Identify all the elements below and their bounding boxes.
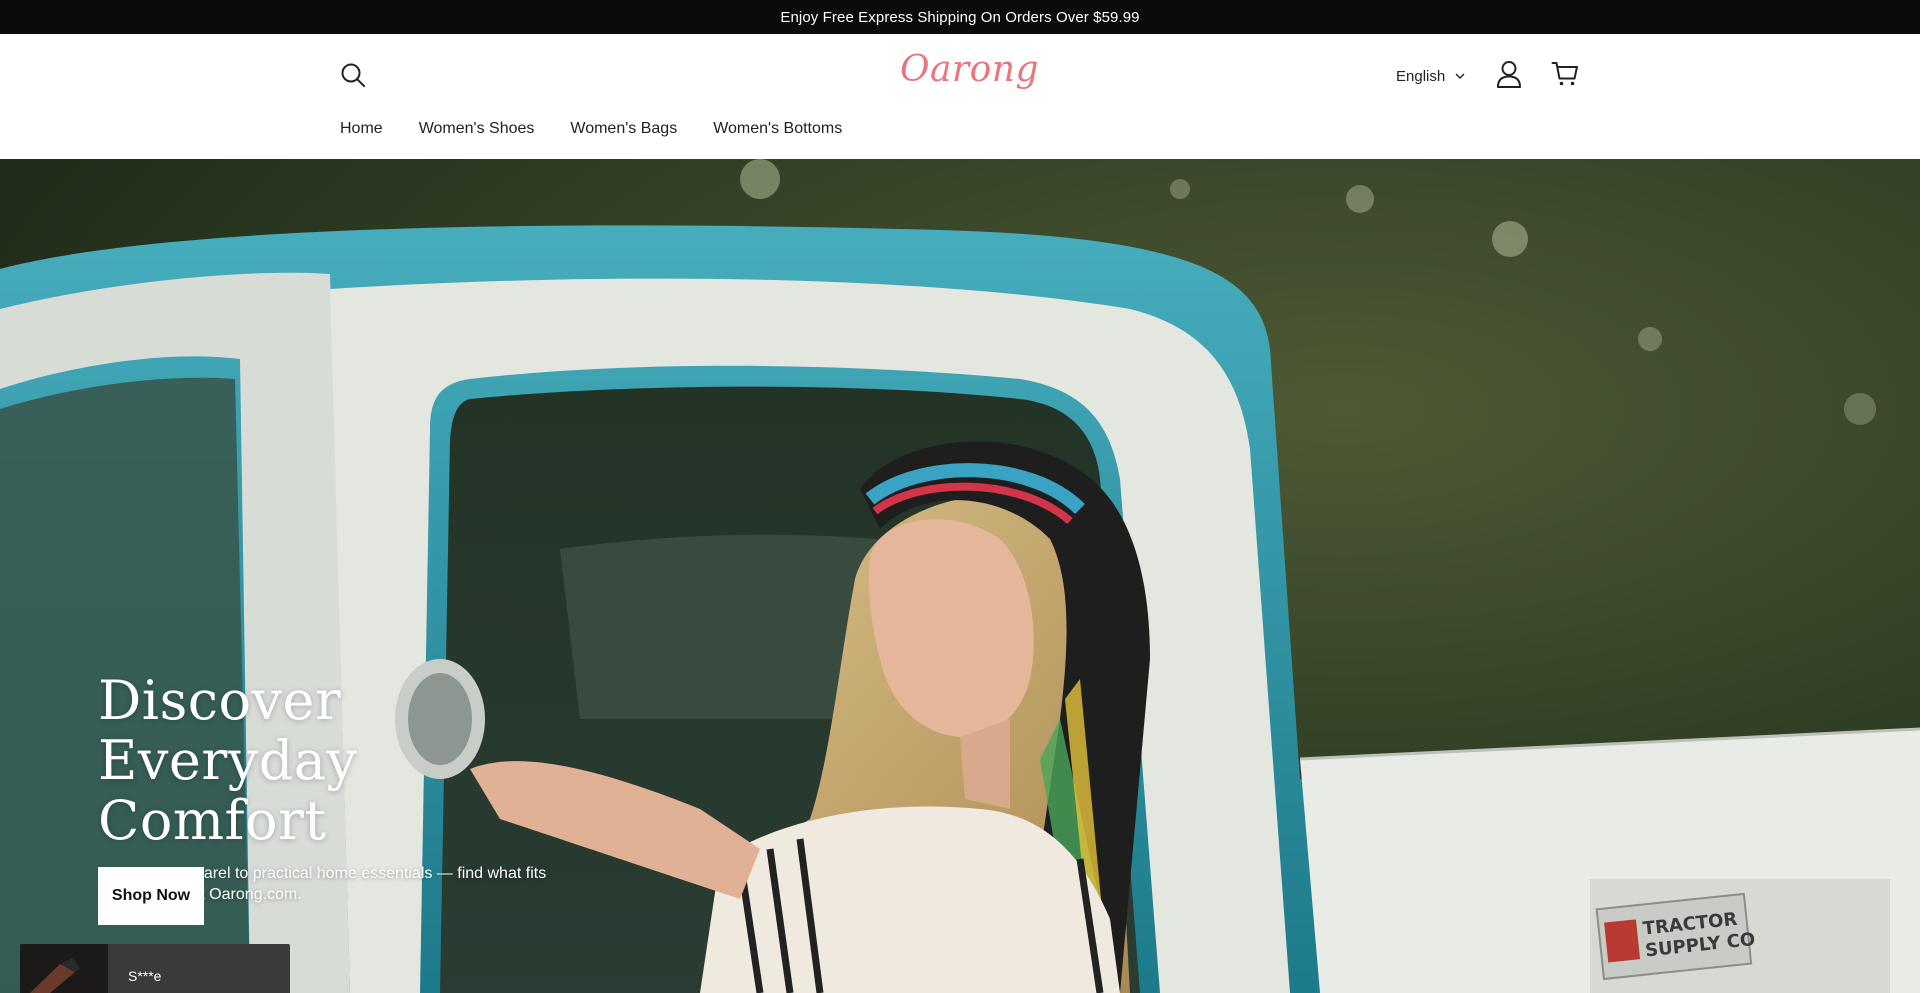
account-button[interactable] bbox=[1494, 59, 1524, 89]
notification-product-thumbnail bbox=[20, 944, 108, 993]
cart-button[interactable] bbox=[1550, 59, 1580, 89]
announcement-text: Enjoy Free Express Shipping On Orders Ov… bbox=[780, 8, 1140, 26]
main-nav: Home Women's Shoes Women's Bags Women's … bbox=[340, 120, 842, 138]
notification-customer-name: S***e bbox=[128, 968, 162, 984]
hero-banner: TRACTOR SUPPLY CO Discover Everyday Comf… bbox=[0, 159, 1920, 993]
search-button[interactable] bbox=[338, 60, 368, 90]
site-header: Oarong English Home Women's Shoes Women'… bbox=[0, 34, 1920, 159]
site-logo[interactable]: Oarong bbox=[900, 46, 1039, 94]
purchase-notification[interactable]: S***e bbox=[20, 944, 290, 993]
hero-title: Discover Everyday Comfort bbox=[98, 671, 618, 851]
hero-title-line-2: Comfort bbox=[98, 789, 327, 852]
nav-item-womens-bags[interactable]: Women's Bags bbox=[570, 120, 677, 138]
nav-item-womens-shoes[interactable]: Women's Shoes bbox=[419, 120, 535, 138]
cart-icon bbox=[1551, 62, 1578, 86]
user-icon bbox=[1497, 61, 1521, 88]
chevron-down-icon bbox=[1455, 73, 1465, 79]
language-selector[interactable]: English bbox=[1396, 64, 1465, 88]
hero-title-line-1: Discover Everyday bbox=[98, 669, 358, 792]
announcement-bar: Enjoy Free Express Shipping On Orders Ov… bbox=[0, 0, 1920, 34]
nav-item-womens-bottoms[interactable]: Women's Bottoms bbox=[713, 120, 842, 138]
language-label: English bbox=[1396, 67, 1446, 85]
search-icon bbox=[341, 63, 365, 87]
nav-item-home[interactable]: Home bbox=[340, 120, 383, 138]
shop-now-button[interactable]: Shop Now bbox=[98, 867, 204, 925]
